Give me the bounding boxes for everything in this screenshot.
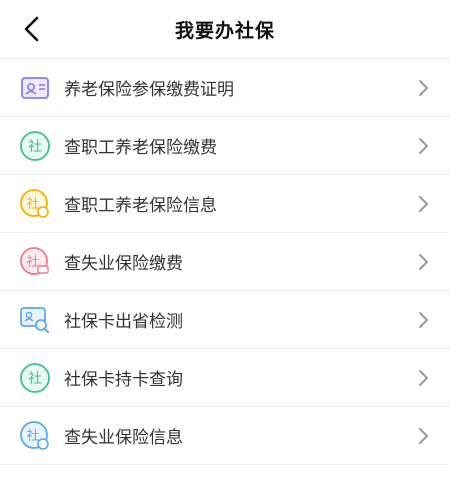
list-item-unemployment-info[interactable]: 社 查失业保险信息 [0, 407, 450, 465]
list-item-pension-info[interactable]: 社 查职工养老保险信息 [0, 175, 450, 233]
list-item-pension-payment[interactable]: 社 查职工养老保险缴费 [0, 117, 450, 175]
list-item-card-out-of-province[interactable]: 社保卡出省检测 [0, 291, 450, 349]
page-title: 我要办社保 [174, 19, 275, 42]
item-label: 查职工养老保险信息 [64, 196, 217, 216]
social-security-card-icon: 社 [18, 361, 52, 395]
card-search-icon [18, 303, 52, 337]
chevron-right-icon [414, 252, 434, 272]
badge-text: 社 [26, 428, 39, 444]
list-item-pension-certificate[interactable]: 养老保险参保缴费证明 [0, 59, 450, 117]
chevron-right-icon [414, 426, 434, 446]
social-security-coin-icon: 社 [18, 129, 52, 163]
list-item-unemployment-payment[interactable]: 社 查失业保险缴费 [0, 233, 450, 291]
badge-text: 社 [28, 371, 42, 387]
social-security-unemployment-info-icon: 社 [18, 419, 52, 453]
item-label: 社保卡出省检测 [64, 312, 183, 332]
service-list: 养老保险参保缴费证明 社 查职工养老保险缴费 社 查职工养老保险信息 社 查失业… [0, 59, 450, 465]
chevron-right-icon [414, 194, 434, 214]
item-label: 查失业保险缴费 [64, 254, 183, 274]
id-card-icon [18, 71, 52, 105]
chevron-right-icon [414, 310, 434, 330]
chevron-right-icon [414, 78, 434, 98]
list-item-card-inquiry[interactable]: 社 社保卡持卡查询 [0, 349, 450, 407]
badge-text: 社 [26, 196, 39, 212]
chevron-right-icon [414, 368, 434, 388]
social-security-info-icon: 社 [18, 187, 52, 221]
item-label: 社保卡持卡查询 [64, 370, 183, 390]
chevron-right-icon [414, 136, 434, 156]
app-header: 我要办社保 [0, 0, 450, 59]
badge-text: 社 [28, 139, 42, 155]
social-security-unemployment-icon: 社 [18, 245, 52, 279]
chevron-left-icon [24, 16, 39, 42]
item-label: 查职工养老保险缴费 [64, 138, 217, 158]
item-label: 养老保险参保缴费证明 [64, 80, 234, 100]
back-button[interactable] [14, 12, 50, 46]
item-label: 查失业保险信息 [64, 428, 183, 448]
